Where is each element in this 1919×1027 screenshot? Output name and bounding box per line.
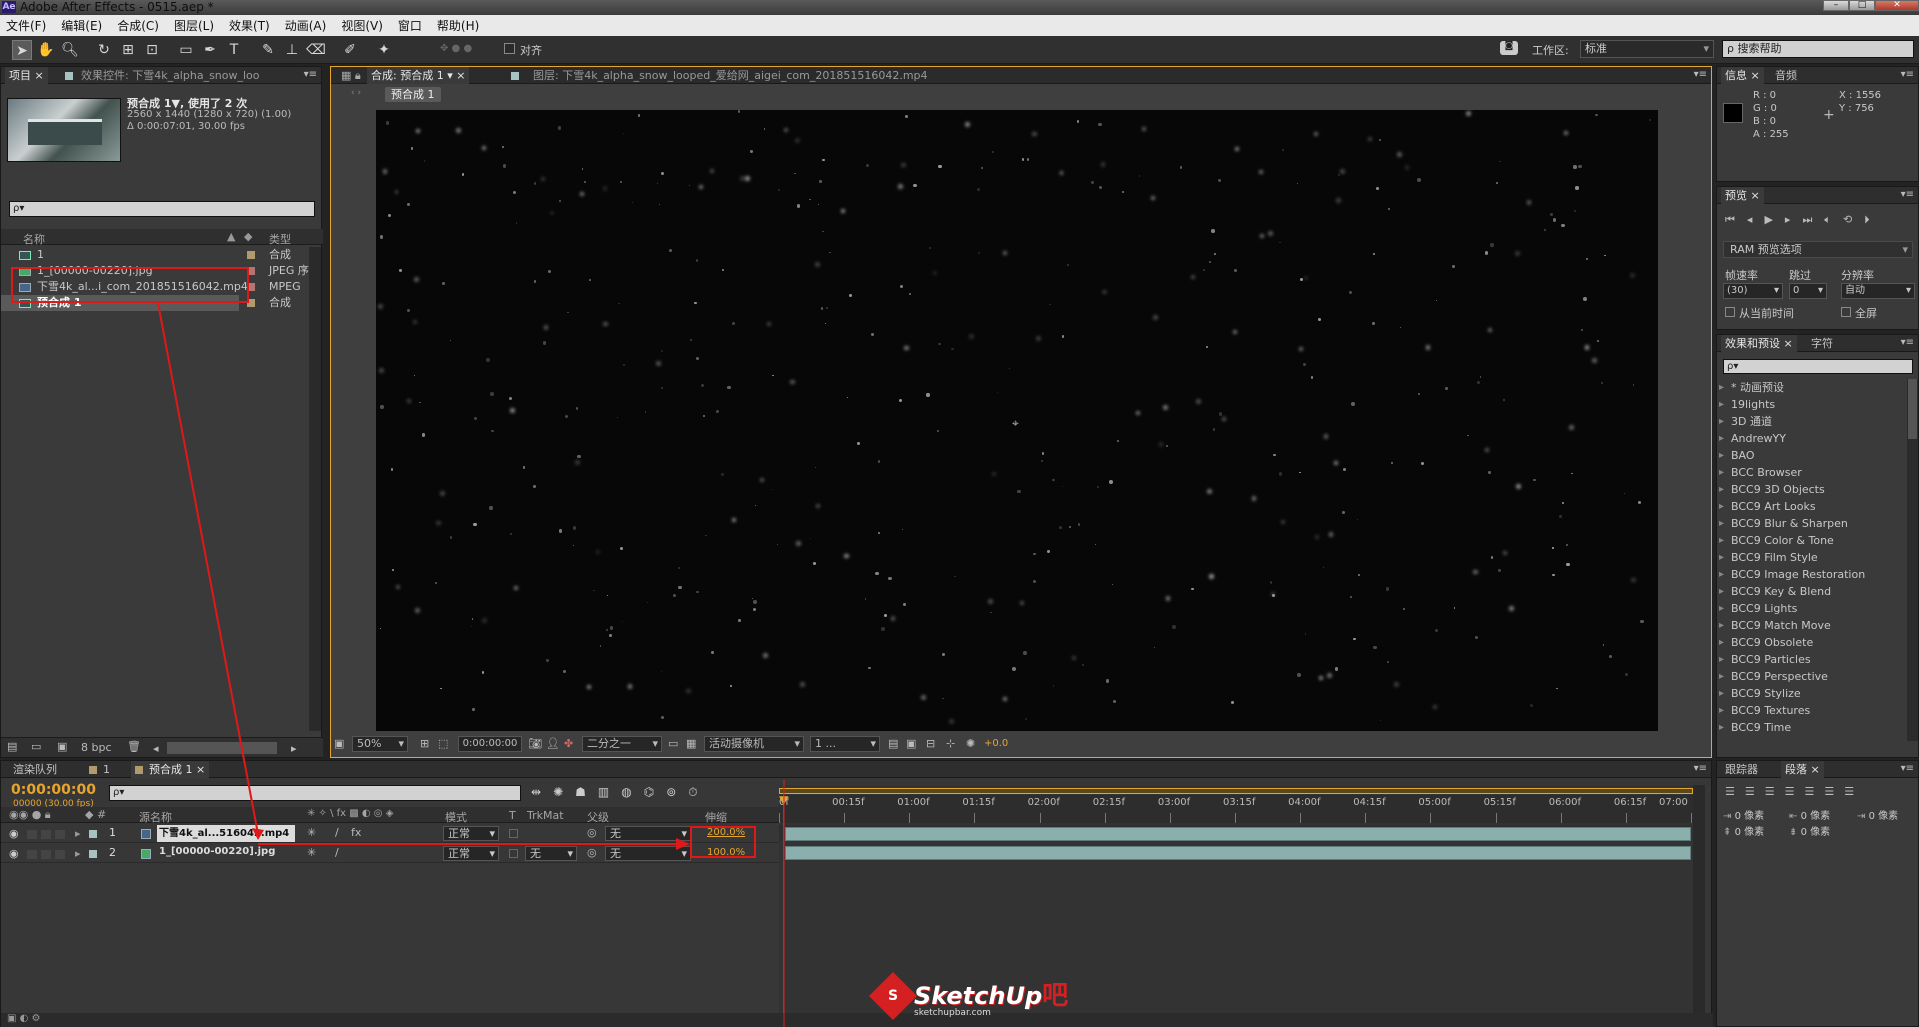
watermark-suffix: 吧 bbox=[1042, 980, 1069, 1011]
watermark-text: SketchUp bbox=[914, 981, 1043, 1010]
annotation-arrowhead bbox=[676, 838, 690, 850]
annotation-arrowhead bbox=[252, 828, 264, 840]
watermark: S SketchUp吧 sketchupbar.com bbox=[868, 971, 1069, 1021]
watermark-url: sketchupbar.com bbox=[914, 1007, 991, 1018]
watermark-logo-icon: S bbox=[868, 971, 918, 1021]
annotation-arrows bbox=[157, 302, 785, 1027]
annotation-arrow-line bbox=[157, 302, 259, 835]
